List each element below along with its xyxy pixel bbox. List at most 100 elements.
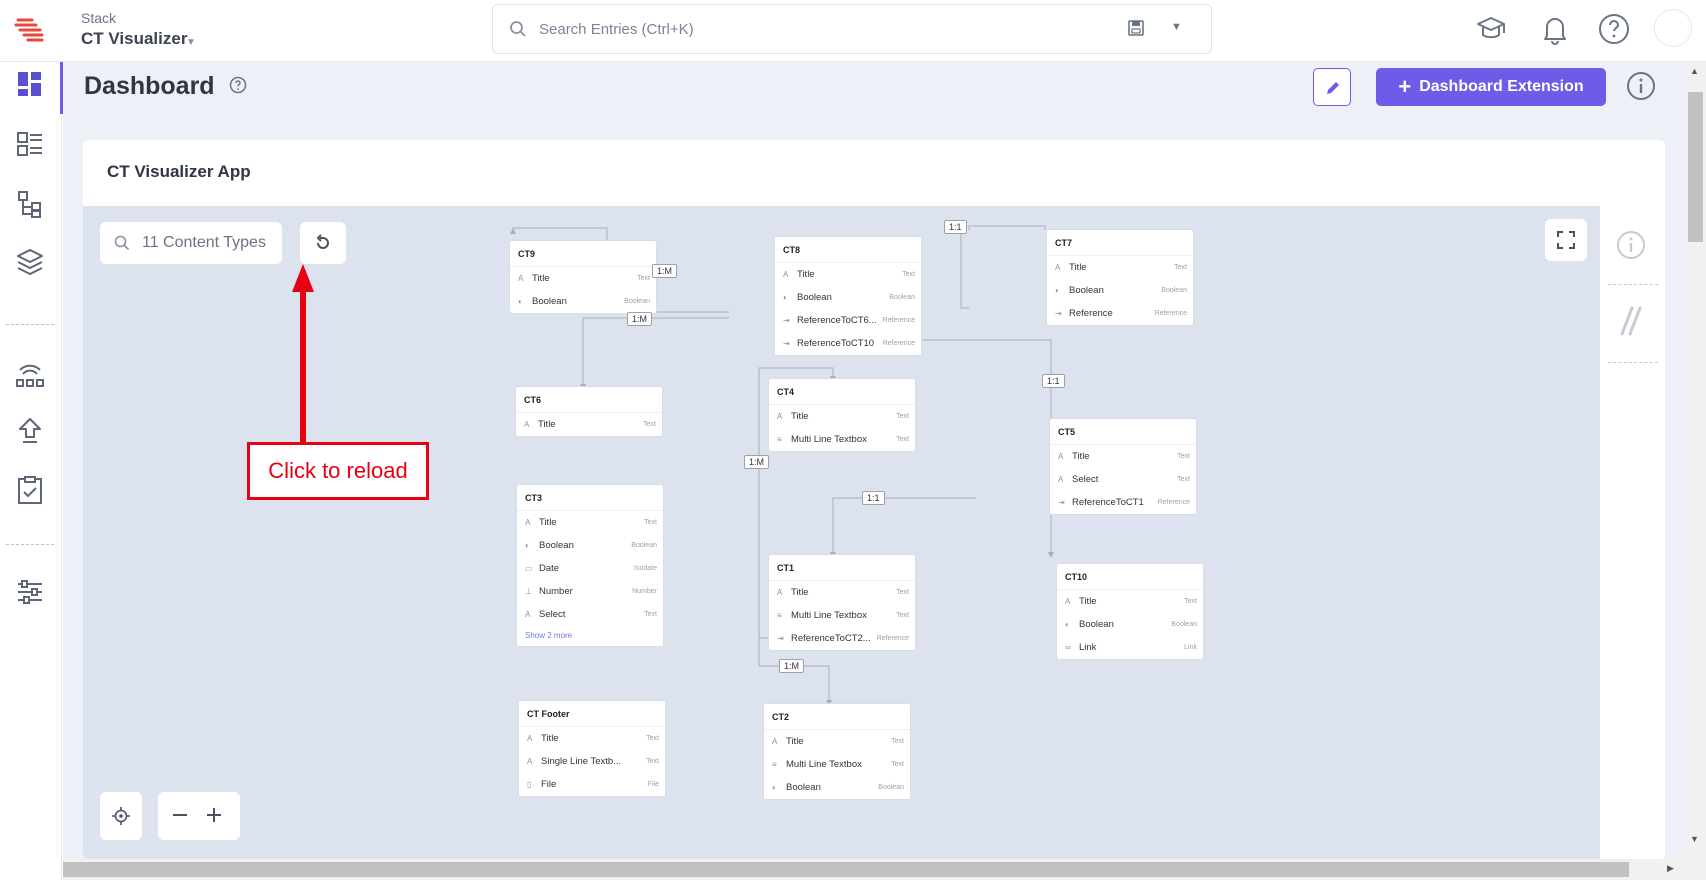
sidebar-item-assets-icon[interactable] bbox=[14, 246, 46, 278]
relation-label: 1:1 bbox=[944, 220, 967, 234]
scrollbar-thumb[interactable] bbox=[1688, 92, 1703, 242]
ct-node-ct9[interactable]: CT9 A Title Text ◐ Boolean Boolean bbox=[509, 240, 657, 314]
field-row: ▭ Date Isodate bbox=[525, 563, 657, 574]
stack-selector[interactable]: CT Visualizer bbox=[81, 29, 187, 49]
search-icon bbox=[114, 235, 130, 256]
field-row: A Title Text bbox=[1055, 262, 1187, 273]
help-circle-icon[interactable] bbox=[229, 76, 247, 99]
field-row: ◐ Boolean Boolean bbox=[772, 782, 904, 793]
saved-search-icon[interactable] bbox=[1127, 19, 1145, 42]
field-row: A Title Text bbox=[1065, 596, 1197, 607]
horizontal-scrollbar[interactable]: ▶ bbox=[63, 859, 1706, 880]
scroll-down-arrow-icon[interactable]: ▼ bbox=[1690, 834, 1699, 844]
sidebar-item-content-models-icon[interactable] bbox=[14, 188, 46, 220]
sidebar-item-releases-icon[interactable] bbox=[14, 358, 46, 390]
node-title: CT3 bbox=[517, 485, 663, 511]
sidebar-divider bbox=[6, 324, 54, 325]
sidebar-item-settings-icon[interactable] bbox=[14, 576, 46, 608]
zoom-out-icon[interactable] bbox=[170, 805, 190, 825]
help-icon[interactable] bbox=[1597, 12, 1631, 46]
scrollbar-thumb[interactable] bbox=[63, 862, 1629, 877]
node-title: CT6 bbox=[516, 387, 662, 413]
fullscreen-button[interactable] bbox=[1545, 219, 1587, 261]
visualizer-canvas[interactable]: 11 Content Types Click to reload CT9 A Ti… bbox=[83, 206, 1600, 860]
field-row: ◐ Boolean Boolean bbox=[1065, 619, 1197, 630]
contentstack-logo-icon[interactable] bbox=[14, 14, 46, 46]
ct-visualizer-card: CT Visualizer App 11 Content Types Click… bbox=[83, 140, 1665, 860]
app-title: CT Visualizer App bbox=[107, 162, 251, 181]
field-row: ◐ Boolean Boolean bbox=[525, 540, 657, 551]
top-bar: Stack CT Visualizer ▼ Search Entries (Ct… bbox=[0, 0, 1706, 62]
ct-node-ct2[interactable]: CT2 A Title Text ≡ Multi Line Textbox Text ◐… bbox=[763, 703, 911, 800]
avatar[interactable] bbox=[1654, 9, 1692, 47]
click-to-reload-callout: Click to reload bbox=[247, 442, 429, 500]
reload-icon bbox=[316, 234, 329, 249]
field-row: ◐ Boolean Boolean bbox=[1055, 285, 1187, 296]
ct-node-ct8[interactable]: CT8 A Title Text ◐ Boolean Boolean ⇥ Referenc… bbox=[774, 236, 922, 356]
field-row: A Title Text bbox=[777, 411, 909, 422]
collapse-panel-icon[interactable] bbox=[1616, 306, 1646, 341]
ct-node-ct-footer[interactable]: CT Footer A Title Text A Single Line Textb.… bbox=[518, 700, 666, 797]
relation-label: 1:1 bbox=[1042, 374, 1065, 388]
search-entries-input[interactable]: Search Entries (Ctrl+K) ▼ bbox=[492, 4, 1212, 54]
field-row: A Select Text bbox=[1058, 474, 1190, 485]
field-row: ≡ Multi Line Textbox Text bbox=[772, 759, 904, 770]
sidebar-item-publish-queue-icon[interactable] bbox=[14, 416, 46, 448]
zoom-controls bbox=[158, 792, 240, 840]
ct-node-ct3[interactable]: CT3 A Title Text ◐ Boolean Boolean ▭ Date Isod… bbox=[516, 484, 664, 647]
relation-label: 1:M bbox=[652, 264, 678, 278]
node-title: CT2 bbox=[764, 704, 910, 730]
field-row: ⇥ Reference Reference bbox=[1055, 308, 1187, 319]
info-icon[interactable] bbox=[1616, 230, 1646, 265]
sidebar-item-entries-icon[interactable] bbox=[14, 128, 46, 160]
sidebar bbox=[0, 62, 63, 880]
academy-icon[interactable] bbox=[1474, 12, 1508, 46]
scroll-up-arrow-icon[interactable]: ▲ bbox=[1690, 66, 1699, 76]
dashboard-extension-button[interactable]: + Dashboard Extension bbox=[1376, 68, 1606, 106]
relation-label: 1:M bbox=[744, 455, 770, 469]
ct-node-ct7[interactable]: CT7 A Title Text ◐ Boolean Boolean ⇥ Referenc… bbox=[1046, 229, 1194, 326]
ct-node-ct10[interactable]: CT10 A Title Text ◐ Boolean Boolean ∞ Link Lin… bbox=[1056, 563, 1204, 660]
node-title: CT1 bbox=[769, 555, 915, 581]
plus-icon: + bbox=[1398, 74, 1412, 99]
sidebar-item-dashboard-icon[interactable] bbox=[14, 68, 46, 100]
scroll-right-arrow-icon[interactable]: ▶ bbox=[1667, 863, 1674, 874]
content-type-search-input[interactable]: 11 Content Types bbox=[100, 222, 282, 264]
relation-label: 1:1 bbox=[862, 491, 885, 505]
recenter-button[interactable] bbox=[100, 792, 142, 840]
relation-label: 1:M bbox=[627, 312, 653, 326]
field-row: ⊥ Number Number bbox=[525, 586, 657, 597]
target-icon bbox=[112, 807, 130, 825]
node-title: CT7 bbox=[1047, 230, 1193, 256]
reload-button[interactable] bbox=[300, 222, 346, 264]
field-row: A Title Text bbox=[777, 587, 909, 598]
edit-dashboard-button[interactable] bbox=[1313, 68, 1351, 106]
pencil-icon bbox=[1327, 82, 1339, 94]
chevron-down-icon[interactable]: ▼ bbox=[186, 37, 196, 48]
vertical-scrollbar[interactable]: ▲ ▼ bbox=[1685, 62, 1706, 859]
ct-node-ct6[interactable]: CT6 A Title Text bbox=[515, 386, 663, 437]
field-row: ≡ Multi Line Textbox Text bbox=[777, 610, 909, 621]
info-icon[interactable] bbox=[1626, 71, 1656, 106]
ct-node-ct4[interactable]: CT4 A Title Text ≡ Multi Line Textbox Text bbox=[768, 378, 916, 452]
field-row: ⇥ ReferenceToCT10 Reference bbox=[783, 338, 915, 349]
field-row: ∞ Link Link bbox=[1065, 642, 1197, 653]
relation-label: 1:M bbox=[779, 659, 805, 673]
ct-node-ct1[interactable]: CT1 A Title Text ≡ Multi Line Textbox Text ⇥… bbox=[768, 554, 916, 651]
bell-icon[interactable] bbox=[1538, 12, 1572, 46]
page-title: Dashboard bbox=[84, 72, 215, 100]
field-row: A Title Text bbox=[527, 733, 659, 744]
search-placeholder: Search Entries (Ctrl+K) bbox=[539, 21, 694, 38]
sidebar-item-tasks-icon[interactable] bbox=[14, 474, 46, 506]
field-row: ⇥ ReferenceToCT2... Reference bbox=[777, 633, 909, 644]
ct-node-ct5[interactable]: CT5 A Title Text A Select Text ⇥ ReferenceToC… bbox=[1049, 418, 1197, 515]
zoom-in-icon[interactable] bbox=[204, 805, 224, 825]
field-row: A Title Text bbox=[783, 269, 915, 280]
field-row: ◐ Boolean Boolean bbox=[783, 292, 915, 303]
panel-divider bbox=[1608, 284, 1658, 285]
node-title: CT8 bbox=[775, 237, 921, 263]
field-row: A Title Text bbox=[524, 419, 656, 430]
expand-icon bbox=[1557, 231, 1575, 249]
show-more-link[interactable]: Show 2 more bbox=[517, 626, 663, 646]
search-options-chevron-icon[interactable]: ▼ bbox=[1171, 21, 1182, 33]
